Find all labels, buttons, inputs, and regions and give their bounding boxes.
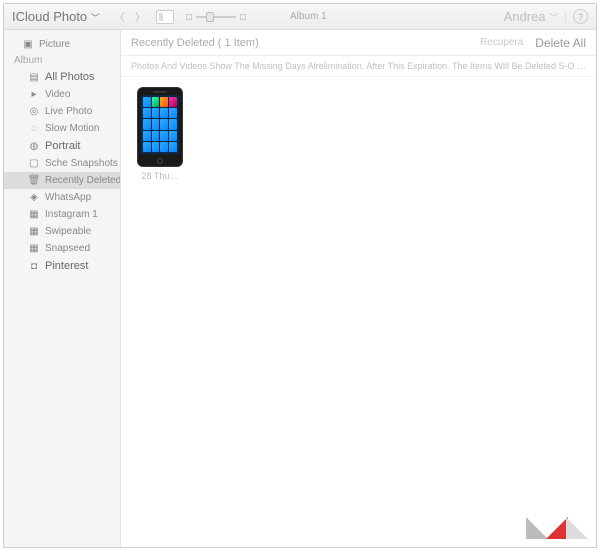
sidebar-item-label: Pinterest <box>45 260 88 272</box>
zoom-max-icon <box>240 14 246 20</box>
sidebar-item-swipeable[interactable]: ▦ Swipeable <box>4 223 120 240</box>
portrait-icon: ◍ <box>28 141 40 152</box>
sidebar-item-label: Swipeable <box>45 226 91 237</box>
slider-track[interactable] <box>196 16 236 18</box>
photo-grid: 28 Thu… <box>121 77 596 191</box>
nav-back-icon[interactable]: 〈 <box>114 9 125 25</box>
live-photo-icon: ◎ <box>28 106 40 117</box>
pinterest-icon: ◘ <box>28 261 40 272</box>
sidebar-item-recently-deleted[interactable]: 🗑 Recently Deleted <box>4 172 120 189</box>
picture-icon: ▣ <box>22 39 34 50</box>
window-body: ▣ Picture Album ▤ All Photos ▸ Video ◎ L… <box>4 30 596 547</box>
toolbar: ICloud Photo ﹀ 〈 〉 Album 1 Andrea ﹀ | ? <box>4 4 596 30</box>
thumbnail-image <box>137 87 183 167</box>
screenshot-icon: ▢ <box>28 158 40 169</box>
sidebar-item-whatsapp[interactable]: ◈ WhatsApp <box>4 189 120 206</box>
sidebar-item-all-photos[interactable]: ▤ All Photos <box>4 68 120 86</box>
trash-icon: 🗑 <box>28 175 40 186</box>
sidebar-section-albums: Album <box>4 53 120 68</box>
chevron-down-icon: ﹀ <box>91 13 100 23</box>
whatsapp-icon: ◈ <box>28 192 40 203</box>
sidebar-item-pinterest[interactable]: ◘ Pinterest <box>4 257 120 275</box>
slider-thumb[interactable] <box>206 12 214 22</box>
sidebar-item-label: Sche Snapshots rmo <box>45 158 121 169</box>
folder-icon: ▦ <box>28 226 40 237</box>
thumbnail-label: 28 Thu… <box>131 171 189 181</box>
sidebar-item-snapseed[interactable]: ▦ Snapseed <box>4 240 120 257</box>
sidebar-item-video[interactable]: ▸ Video <box>4 86 120 103</box>
sidebar-item-label: All Photos <box>45 71 95 83</box>
sidebar-item-picture[interactable]: ▣ Picture <box>4 36 120 53</box>
slow-motion-icon: ◌ <box>28 123 40 134</box>
instagram-icon: ▦ <box>28 209 40 220</box>
content-header: Recently Deleted ( 1 Item) Recupera Dele… <box>121 30 596 56</box>
recover-button[interactable]: Recupera <box>480 37 523 48</box>
sidebar-item-label: Picture <box>39 39 70 50</box>
sidebar-item-label: WhatsApp <box>45 192 91 203</box>
sidebar-item-label: Live Photo <box>45 106 92 117</box>
zoom-min-icon <box>186 14 192 20</box>
sidebar: ▣ Picture Album ▤ All Photos ▸ Video ◎ L… <box>4 30 121 547</box>
sidebar-item-portrait[interactable]: ◍ Portrait <box>4 137 120 155</box>
sidebar-item-live-photo[interactable]: ◎ Live Photo <box>4 103 120 120</box>
help-icon[interactable]: ? <box>573 9 588 24</box>
photo-thumbnail[interactable]: 28 Thu… <box>131 87 189 181</box>
sidebar-item-label: Snapseed <box>45 243 90 254</box>
app-title-text: ICloud Photo <box>12 9 87 24</box>
main-panel: Recently Deleted ( 1 Item) Recupera Dele… <box>121 30 596 547</box>
chevron-down-icon: ﹀ <box>549 13 558 23</box>
sidebar-item-label: Recently Deleted <box>45 175 121 186</box>
sidebar-item-slow-motion[interactable]: ◌ Slow Motion <box>4 120 120 137</box>
nav-forward-icon[interactable]: 〉 <box>135 9 146 25</box>
user-menu[interactable]: Andrea ﹀ <box>504 9 559 24</box>
sidebar-toggle-icon[interactable] <box>156 10 174 24</box>
divider: | <box>564 11 567 23</box>
watermark-logo <box>526 517 588 539</box>
page-title: Recently Deleted ( 1 Item) <box>131 37 259 49</box>
sidebar-item-label: Instagram 1 <box>45 209 98 220</box>
zoom-slider[interactable] <box>186 14 246 20</box>
info-banner: Photos And Videos Show The Missing Days … <box>121 56 596 77</box>
sidebar-item-instagram[interactable]: ▦ Instagram 1 <box>4 206 120 223</box>
sidebar-item-label: Video <box>45 89 70 100</box>
breadcrumb[interactable]: Album 1 <box>290 11 327 22</box>
delete-all-button[interactable]: Delete All <box>535 36 586 50</box>
app-window: ICloud Photo ﹀ 〈 〉 Album 1 Andrea ﹀ | ? … <box>3 3 597 548</box>
sidebar-item-label: Slow Motion <box>45 123 99 134</box>
video-icon: ▸ <box>28 89 40 100</box>
user-name-text: Andrea <box>504 9 546 24</box>
photos-icon: ▤ <box>28 72 40 83</box>
sidebar-item-label: Portrait <box>45 140 80 152</box>
sidebar-item-screenshots[interactable]: ▢ Sche Snapshots rmo <box>4 155 120 172</box>
app-title[interactable]: ICloud Photo ﹀ <box>12 9 100 24</box>
folder-icon: ▦ <box>28 243 40 254</box>
